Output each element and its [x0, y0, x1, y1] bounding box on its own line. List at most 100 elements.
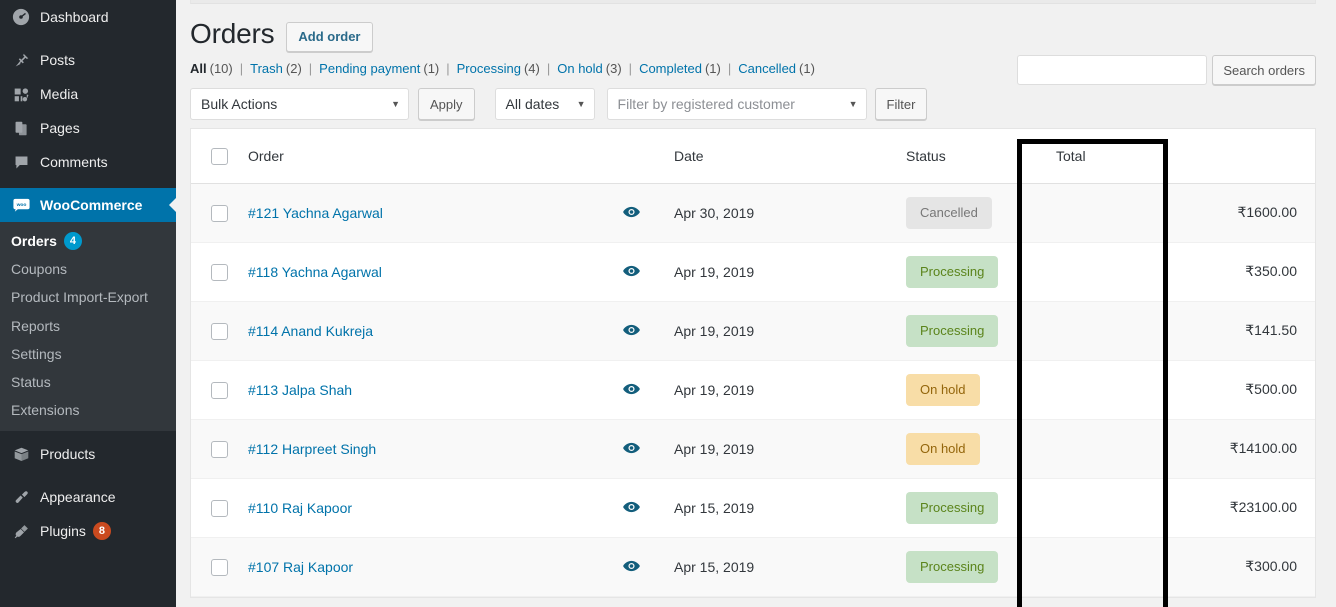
table-row[interactable]: #114 Anand Kukreja Apr 19, 2019 Processing…	[191, 301, 1315, 361]
order-link[interactable]: #112 Harpreet Singh	[248, 441, 376, 457]
table-row[interactable]: #107 Raj Kapoor Apr 15, 2019 Processing ₹30…	[191, 537, 1315, 597]
chevron-down-icon: ▼	[576, 99, 586, 110]
appearance-brush-icon	[11, 487, 31, 507]
screen-options-strip	[190, 0, 1316, 4]
order-link[interactable]: #118 Yachna Agarwal	[248, 264, 382, 280]
order-link[interactable]: #114 Anand Kukreja	[248, 323, 373, 339]
table-row[interactable]: #110 Raj Kapoor Apr 15, 2019 Processing ₹23…	[191, 478, 1315, 538]
sidebar-item-appearance[interactable]: Appearance	[0, 480, 176, 514]
sidebar-item-media[interactable]: Media	[0, 77, 176, 111]
sidebar-item-woocommerce[interactable]: woo WooCommerce	[0, 188, 176, 222]
sidebar-item-label: WooCommerce	[40, 197, 143, 213]
column-header-total[interactable]: Total	[1046, 129, 1315, 184]
select-all-checkbox[interactable]	[211, 148, 228, 166]
submenu-item-coupons[interactable]: Coupons	[0, 255, 176, 283]
sidebar-item-dashboard[interactable]: Dashboard	[0, 0, 176, 34]
row-checkbox[interactable]	[211, 263, 228, 281]
filter-button[interactable]: Filter	[874, 88, 928, 121]
orders-table: Order Date Status Total #121 Yachna Agar…	[191, 129, 1315, 597]
orders-table-body: #121 Yachna Agarwal Apr 30, 2019 Cancelled…	[191, 183, 1315, 597]
table-row[interactable]: #118 Yachna Agarwal Apr 19, 2019 Processin…	[191, 242, 1315, 302]
preview-eye-icon[interactable]	[622, 324, 640, 336]
row-checkbox[interactable]	[211, 440, 228, 458]
preview-eye-icon[interactable]	[622, 501, 640, 513]
chevron-down-icon: ▼	[848, 99, 858, 110]
sidebar-item-posts[interactable]: Posts	[0, 43, 176, 77]
preview-eye-icon[interactable]	[622, 265, 640, 277]
table-row[interactable]: #121 Yachna Agarwal Apr 30, 2019 Cancelled…	[191, 183, 1315, 243]
status-filter-pending-payment[interactable]: Pending payment	[319, 61, 420, 76]
table-header-row: Order Date Status Total	[191, 129, 1315, 184]
sidebar-item-comments[interactable]: Comments	[0, 145, 176, 179]
status-filter-on-hold[interactable]: On hold	[557, 61, 603, 76]
status-filter-pending-payment-count: (1)	[423, 61, 440, 77]
preview-eye-icon[interactable]	[622, 383, 640, 395]
search-orders-box: Search orders	[1017, 55, 1316, 85]
chevron-down-icon: ▼	[391, 99, 400, 110]
sidebar-item-pages[interactable]: Pages	[0, 111, 176, 145]
column-header-date[interactable]: Date	[664, 129, 896, 184]
row-checkbox[interactable]	[211, 558, 228, 576]
preview-eye-icon[interactable]	[622, 560, 640, 572]
order-link[interactable]: #121 Yachna Agarwal	[248, 205, 383, 221]
search-orders-button[interactable]: Search orders	[1212, 55, 1316, 85]
sidebar-item-plugins[interactable]: Plugins 8	[0, 514, 176, 548]
status-filter-all-count: (10)	[209, 61, 233, 77]
plugins-update-badge: 8	[92, 522, 111, 541]
date-cell: Apr 15, 2019	[664, 478, 896, 538]
filter-separator: |	[239, 61, 244, 77]
customer-filter-select[interactable]: Filter by registered customer ▼	[606, 88, 867, 121]
preview-cell	[598, 537, 664, 597]
filter-separator: |	[628, 61, 633, 77]
bulk-actions-select[interactable]: Bulk Actions ▼	[190, 88, 409, 121]
status-cell: Processing	[896, 301, 1046, 361]
submenu-item-extensions[interactable]: Extensions	[0, 396, 176, 424]
row-checkbox[interactable]	[211, 499, 228, 517]
column-header-preview	[598, 129, 664, 184]
status-filter-processing[interactable]: Processing	[457, 61, 521, 76]
table-row[interactable]: #112 Harpreet Singh Apr 19, 2019 On hold ₹1…	[191, 419, 1315, 479]
status-filter-completed[interactable]: Completed	[639, 61, 702, 76]
preview-eye-icon[interactable]	[622, 442, 640, 454]
submenu-item-product-import-export[interactable]: Product Import-Export	[0, 283, 176, 311]
status-filter-all[interactable]: All	[190, 61, 207, 76]
preview-cell	[598, 478, 664, 538]
row-checkbox[interactable]	[211, 322, 228, 340]
sidebar-item-label: Posts	[40, 52, 76, 68]
date-filter-select[interactable]: All dates ▼	[494, 88, 595, 121]
status-filter-cancelled[interactable]: Cancelled	[738, 61, 796, 76]
order-link[interactable]: #110 Raj Kapoor	[248, 500, 352, 516]
orders-count-badge: 4	[63, 232, 82, 251]
submenu-item-reports[interactable]: Reports	[0, 312, 176, 340]
submenu-item-status[interactable]: Status	[0, 368, 176, 396]
column-header-status[interactable]: Status	[896, 129, 1046, 184]
row-select-cell	[191, 478, 238, 538]
search-input[interactable]	[1017, 55, 1208, 85]
row-checkbox[interactable]	[211, 204, 228, 222]
column-header-order[interactable]: Order	[238, 129, 598, 184]
status-filter-on-hold-count: (3)	[605, 61, 622, 77]
status-filter-trash[interactable]: Trash	[250, 61, 283, 76]
status-badge: Processing	[906, 551, 999, 583]
status-badge: On hold	[906, 374, 980, 406]
order-cell: #107 Raj Kapoor	[238, 537, 598, 597]
order-link[interactable]: #113 Jalpa Shah	[248, 382, 352, 398]
dashboard-icon	[11, 7, 31, 27]
date-cell: Apr 19, 2019	[664, 419, 896, 479]
preview-cell	[598, 242, 664, 302]
submenu-item-orders[interactable]: Orders 4	[0, 227, 176, 255]
submenu-item-label: Extensions	[11, 402, 80, 419]
preview-cell	[598, 360, 664, 420]
order-cell: #121 Yachna Agarwal	[238, 183, 598, 243]
row-checkbox[interactable]	[211, 381, 228, 399]
add-order-button[interactable]: Add order	[286, 21, 373, 52]
page-header: Orders Add order	[176, 0, 1336, 52]
order-link[interactable]: #107 Raj Kapoor	[248, 559, 353, 575]
sidebar-item-products[interactable]: Products	[0, 437, 176, 471]
filter-separator: |	[446, 61, 450, 77]
table-row[interactable]: #113 Jalpa Shah Apr 19, 2019 On hold ₹500.0…	[191, 360, 1315, 420]
submenu-item-settings[interactable]: Settings	[0, 340, 176, 368]
preview-eye-icon[interactable]	[622, 206, 640, 218]
media-icon	[11, 84, 31, 104]
apply-button[interactable]: Apply	[418, 88, 475, 121]
